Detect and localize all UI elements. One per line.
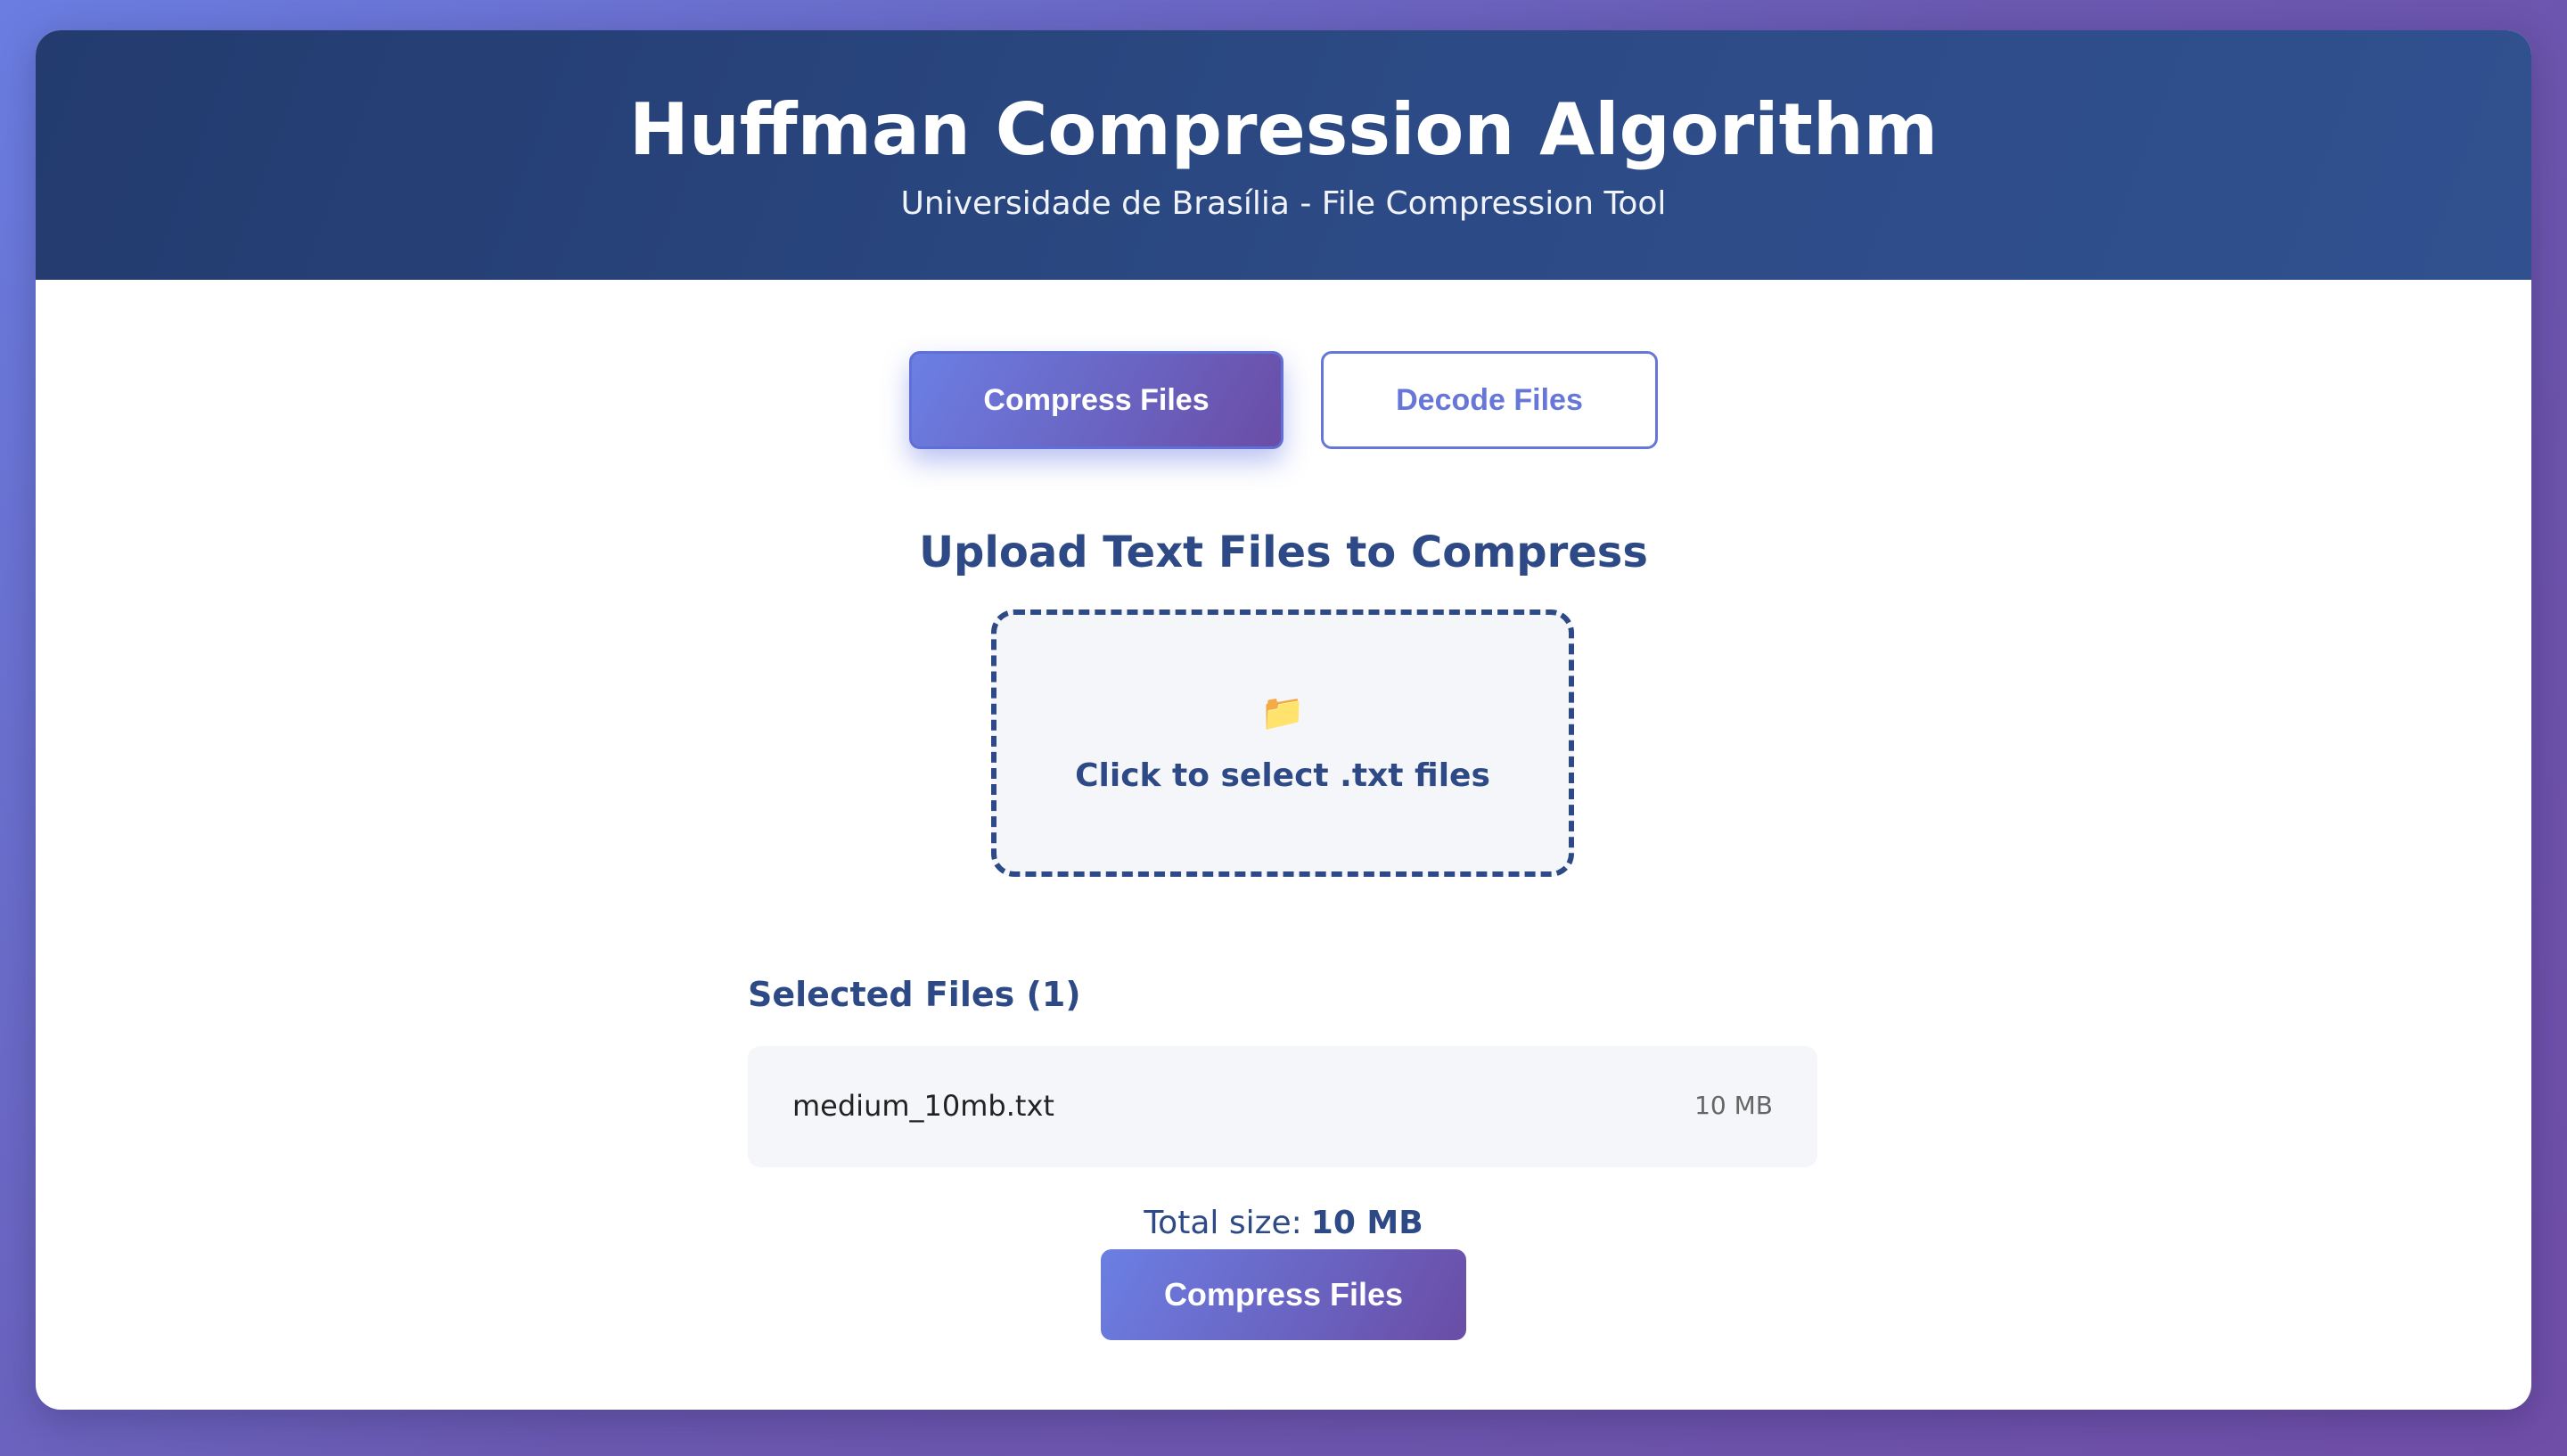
file-size: 10 MB	[1694, 1091, 1773, 1120]
tab-decode-files[interactable]: Decode Files	[1321, 351, 1658, 449]
dropzone-prompt: Click to select .txt files	[1075, 757, 1490, 794]
total-size-label: Total size:	[1144, 1205, 1302, 1241]
file-dropzone[interactable]: 📁 Click to select .txt files	[991, 609, 1574, 877]
total-size-value: 10 MB	[1310, 1205, 1423, 1241]
page-subtitle: Universidade de Brasília - File Compress…	[900, 185, 1667, 222]
selected-files-title: Selected Files (1)	[748, 975, 1081, 1014]
compress-button[interactable]: Compress Files	[1101, 1249, 1466, 1340]
mode-tabs: Compress Files Decode Files	[36, 351, 2531, 449]
tab-compress-files[interactable]: Compress Files	[909, 351, 1284, 449]
folder-icon: 📁	[1260, 692, 1305, 733]
upload-section-title: Upload Text Files to Compress	[919, 528, 1648, 577]
list-item: medium_10mb.txt 10 MB	[748, 1046, 1817, 1167]
file-name: medium_10mb.txt	[792, 1089, 1054, 1123]
app-header: Huffman Compression Algorithm Universida…	[36, 30, 2531, 280]
total-size: Total size: 10 MB	[36, 1205, 2531, 1241]
page-title: Huffman Compression Algorithm	[628, 88, 1939, 171]
main-card: Huffman Compression Algorithm Universida…	[36, 30, 2531, 1410]
